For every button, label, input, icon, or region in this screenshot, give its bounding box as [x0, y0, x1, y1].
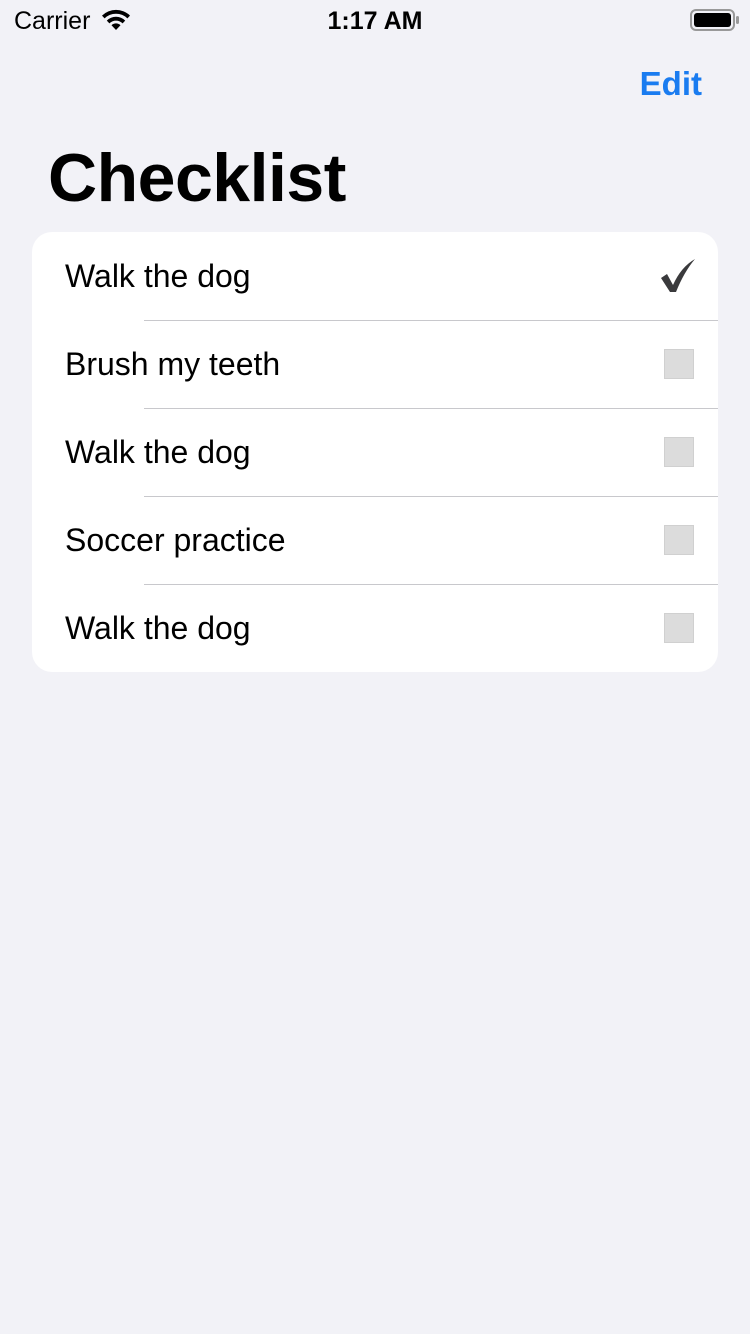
checkbox-icon — [664, 525, 694, 555]
checkbox-icon — [664, 613, 694, 643]
list-item[interactable]: Brush my teeth — [32, 320, 718, 408]
item-label: Brush my teeth — [65, 346, 281, 382]
item-label: Walk the dog — [65, 610, 251, 646]
list-item[interactable]: Soccer practice — [32, 496, 718, 584]
status-time: 1:17 AM — [327, 7, 423, 35]
item-label: Walk the dog — [65, 258, 251, 294]
item-label: Soccer practice — [65, 522, 286, 558]
checkbox-icon — [664, 349, 694, 379]
battery-icon — [690, 9, 739, 31]
page-title: Checklist — [48, 140, 346, 216]
checkmark-icon — [661, 259, 695, 292]
item-label: Walk the dog — [65, 434, 251, 470]
list-item[interactable]: Walk the dog — [32, 584, 718, 672]
list-item[interactable]: Walk the dog — [32, 232, 718, 320]
edit-button[interactable]: Edit — [640, 62, 702, 106]
status-bar: Carrier 1:17 AM — [0, 0, 750, 40]
checkbox-icon — [664, 437, 694, 467]
checklist-table: Walk the dog Brush my teeth Walk the dog… — [32, 232, 718, 672]
list-item[interactable]: Walk the dog — [32, 408, 718, 496]
